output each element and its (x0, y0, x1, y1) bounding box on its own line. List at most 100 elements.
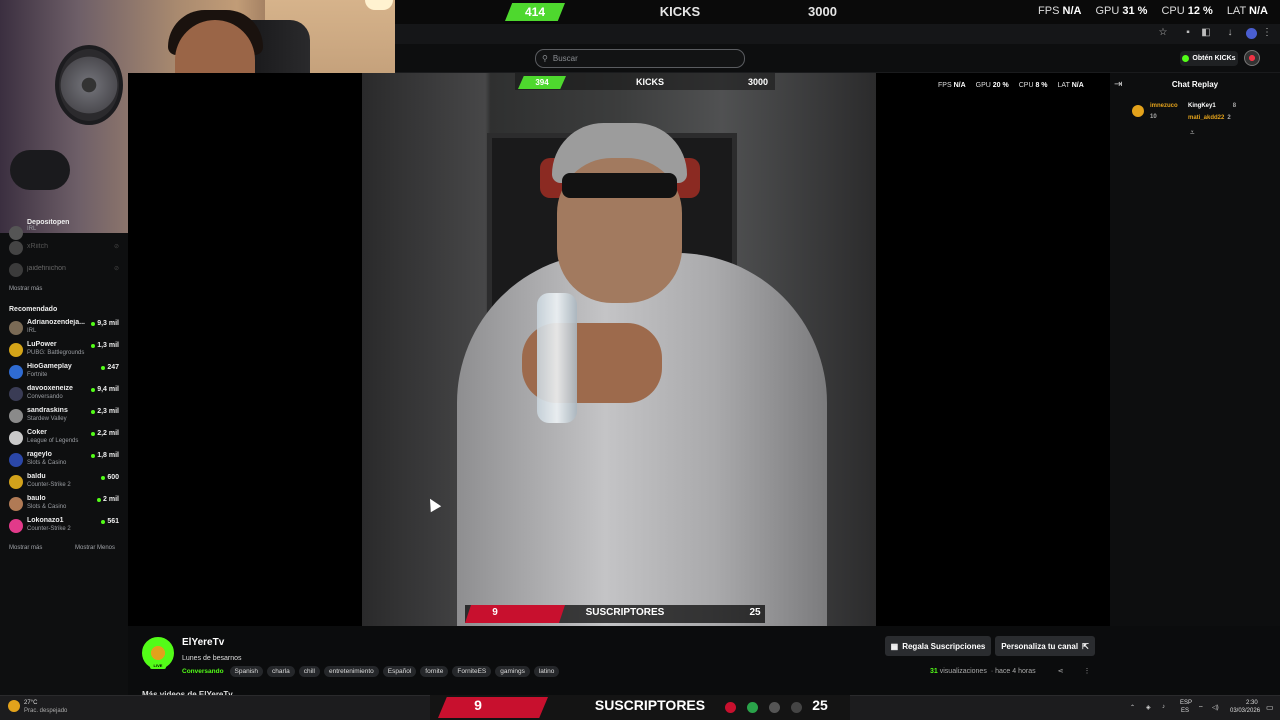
gift-icon: ▦ (890, 641, 899, 651)
notification-icon[interactable]: ▭ (1266, 703, 1274, 712)
volume-icon[interactable]: ◁) (1212, 704, 1219, 711)
viewer-count: 561 (101, 518, 119, 525)
chevron-down-icon[interactable]: ⩡ (1190, 128, 1195, 138)
search-input[interactable]: ⚲ Buscar (535, 49, 745, 68)
get-kicks-label: Obtén KICKs (1192, 55, 1236, 62)
browser-menu-icon[interactable]: ⋮ (1262, 28, 1272, 38)
chat-chip[interactable]: mati_akdd22 2 (1188, 115, 1231, 121)
following-item[interactable]: Depositopen IRL (6, 219, 124, 240)
streamer-category: Slots & Casino (27, 460, 67, 466)
streamer-category: Counter-Strike 2 (27, 482, 71, 488)
kicks-icon (1182, 55, 1190, 62)
viewer-count: 2 mil (97, 496, 119, 503)
bookmark-star-icon[interactable]: ☆ (1158, 28, 1168, 38)
clock-time[interactable]: 2:30 (1246, 700, 1258, 706)
avatar (9, 519, 23, 533)
chat-chip-count: 10 (1150, 114, 1157, 120)
download-icon[interactable]: ↓ (1225, 28, 1235, 38)
customize-channel-button[interactable]: Personaliza tu canal ⇱ (995, 636, 1095, 656)
live-dot-icon (101, 475, 106, 480)
recommended-item[interactable]: baulo Slots & Casino 2 mil (6, 494, 124, 514)
user-avatar[interactable] (1244, 50, 1260, 66)
kicks-counter: 414 (505, 3, 565, 21)
category-link[interactable]: Conversando (182, 668, 226, 675)
tag-chip[interactable]: chill (298, 666, 320, 677)
show-more-recommended[interactable]: Mostrar más (9, 545, 42, 551)
chat-chip[interactable]: imnezuco (1150, 103, 1178, 109)
avatar (9, 387, 23, 401)
tag-chip[interactable]: fornite (420, 666, 449, 677)
wifi-icon[interactable]: ⌔ (1198, 704, 1204, 712)
site-header (395, 44, 1280, 73)
inner-kicks-goal: 3000 (747, 77, 769, 87)
get-kicks-button[interactable]: Obtén KICKs (1180, 51, 1238, 66)
recommended-item[interactable]: HioGameplay Fortnite 247 (6, 362, 124, 382)
water-bottle (537, 293, 577, 423)
avatar (9, 475, 23, 489)
viewer-count: 2,3 mil (91, 408, 119, 415)
chrome-icon[interactable] (747, 702, 758, 713)
performance-stats: FPS N/A GPU 31 % CPU 12 % LAT N/A (1038, 5, 1268, 17)
recommended-item[interactable]: LuPower PUBG: Battlegrounds 1,3 mil (6, 340, 124, 360)
obs-icon[interactable] (769, 702, 780, 713)
recommended-item[interactable]: baldu Counter-Strike 2 600 (6, 472, 124, 492)
fan-image (55, 45, 123, 125)
live-badge: LIVE (150, 663, 166, 669)
channel-name[interactable]: ElYereTv (182, 637, 224, 648)
show-less-recommended[interactable]: Mostrar Menos (75, 545, 115, 551)
language-indicator[interactable]: ESP (1180, 700, 1192, 706)
fps-stat: FPS N/A (1038, 5, 1082, 17)
weather-desc: Prac. despejado (24, 708, 68, 714)
gift-subs-button[interactable]: ▦ Regala Suscripciones (885, 636, 991, 656)
more-options-icon[interactable]: ⋮ (1083, 667, 1090, 675)
streamer-name: rageylo (27, 451, 52, 458)
following-item-offline[interactable]: jaidefinichon ⊘ (6, 260, 124, 280)
kicks-goal: 3000 (808, 4, 837, 19)
offline-icon: ⊘ (113, 244, 119, 250)
tag-chip[interactable]: latino (533, 666, 560, 677)
network-icon[interactable]: ◈ (1146, 704, 1151, 711)
avatar (9, 453, 23, 467)
puzzle-icon[interactable]: ◧ (1201, 28, 1211, 38)
recommended-item[interactable]: Lokonazo1 Counter-Strike 2 561 (6, 516, 124, 536)
video-frame[interactable] (362, 73, 876, 626)
weather-temp[interactable]: 27°C (24, 700, 37, 706)
tag-chip[interactable]: Español (382, 666, 417, 677)
subs-overlay-inner: 9 SUSCRIPTORES 25 (465, 605, 765, 623)
recommended-item[interactable]: rageylo Slots & Casino 1,8 mil (6, 450, 124, 470)
tag-chip[interactable]: gamings (495, 666, 530, 677)
extension-icon[interactable]: ▪ (1183, 28, 1193, 38)
browser-profile-avatar[interactable] (1246, 28, 1257, 39)
share-icon[interactable]: ⋖ (1058, 667, 1064, 675)
chat-chip[interactable]: KingKey1 8 (1188, 103, 1236, 109)
tray-chevron-icon[interactable]: ⌃ (1130, 704, 1135, 711)
tag-chip[interactable]: Spanish (229, 666, 264, 677)
inner-kicks-counter: 394 (518, 76, 566, 89)
app-icon[interactable] (725, 702, 736, 713)
tag-chip[interactable]: charla (267, 666, 295, 677)
show-more-following[interactable]: Mostrar más (9, 286, 42, 292)
streamer-name: Coker (27, 429, 47, 436)
gift-chip-icon (1132, 105, 1144, 117)
cpu-stat: CPU 12 % (1161, 5, 1213, 17)
app-icon[interactable] (791, 702, 802, 713)
recommended-item[interactable]: Adrianozendeja... IRL 9,3 mil (6, 318, 124, 338)
weather-icon (8, 700, 20, 712)
streamer-category: PUBG: Battlegrounds (27, 350, 85, 356)
recommended-item[interactable]: Coker League of Legends 2,2 mil (6, 428, 124, 448)
subs-count-left: 9 (492, 607, 498, 618)
following-item-offline[interactable]: xRiitch ⊘ (6, 238, 124, 258)
recommended-item[interactable]: davooxeneize Conversando 9,4 mil (6, 384, 124, 404)
viewer-count: 600 (101, 474, 119, 481)
tag-chip[interactable]: entretenimiento (323, 666, 379, 677)
search-icon: ⚲ (542, 54, 548, 63)
viewer-count: 1,3 mil (91, 342, 119, 349)
live-dot-icon (91, 387, 96, 392)
viewer-count: 247 (101, 364, 119, 371)
live-dot-icon (101, 519, 106, 524)
mic-icon[interactable]: ♪ (1162, 704, 1165, 710)
kicks-label: KICKS (659, 4, 701, 19)
tag-chip[interactable]: ForniteES (452, 666, 492, 677)
subs-count-right: 25 (749, 607, 761, 618)
recommended-item[interactable]: sandraskins Stardew Valley 2,3 mil (6, 406, 124, 426)
